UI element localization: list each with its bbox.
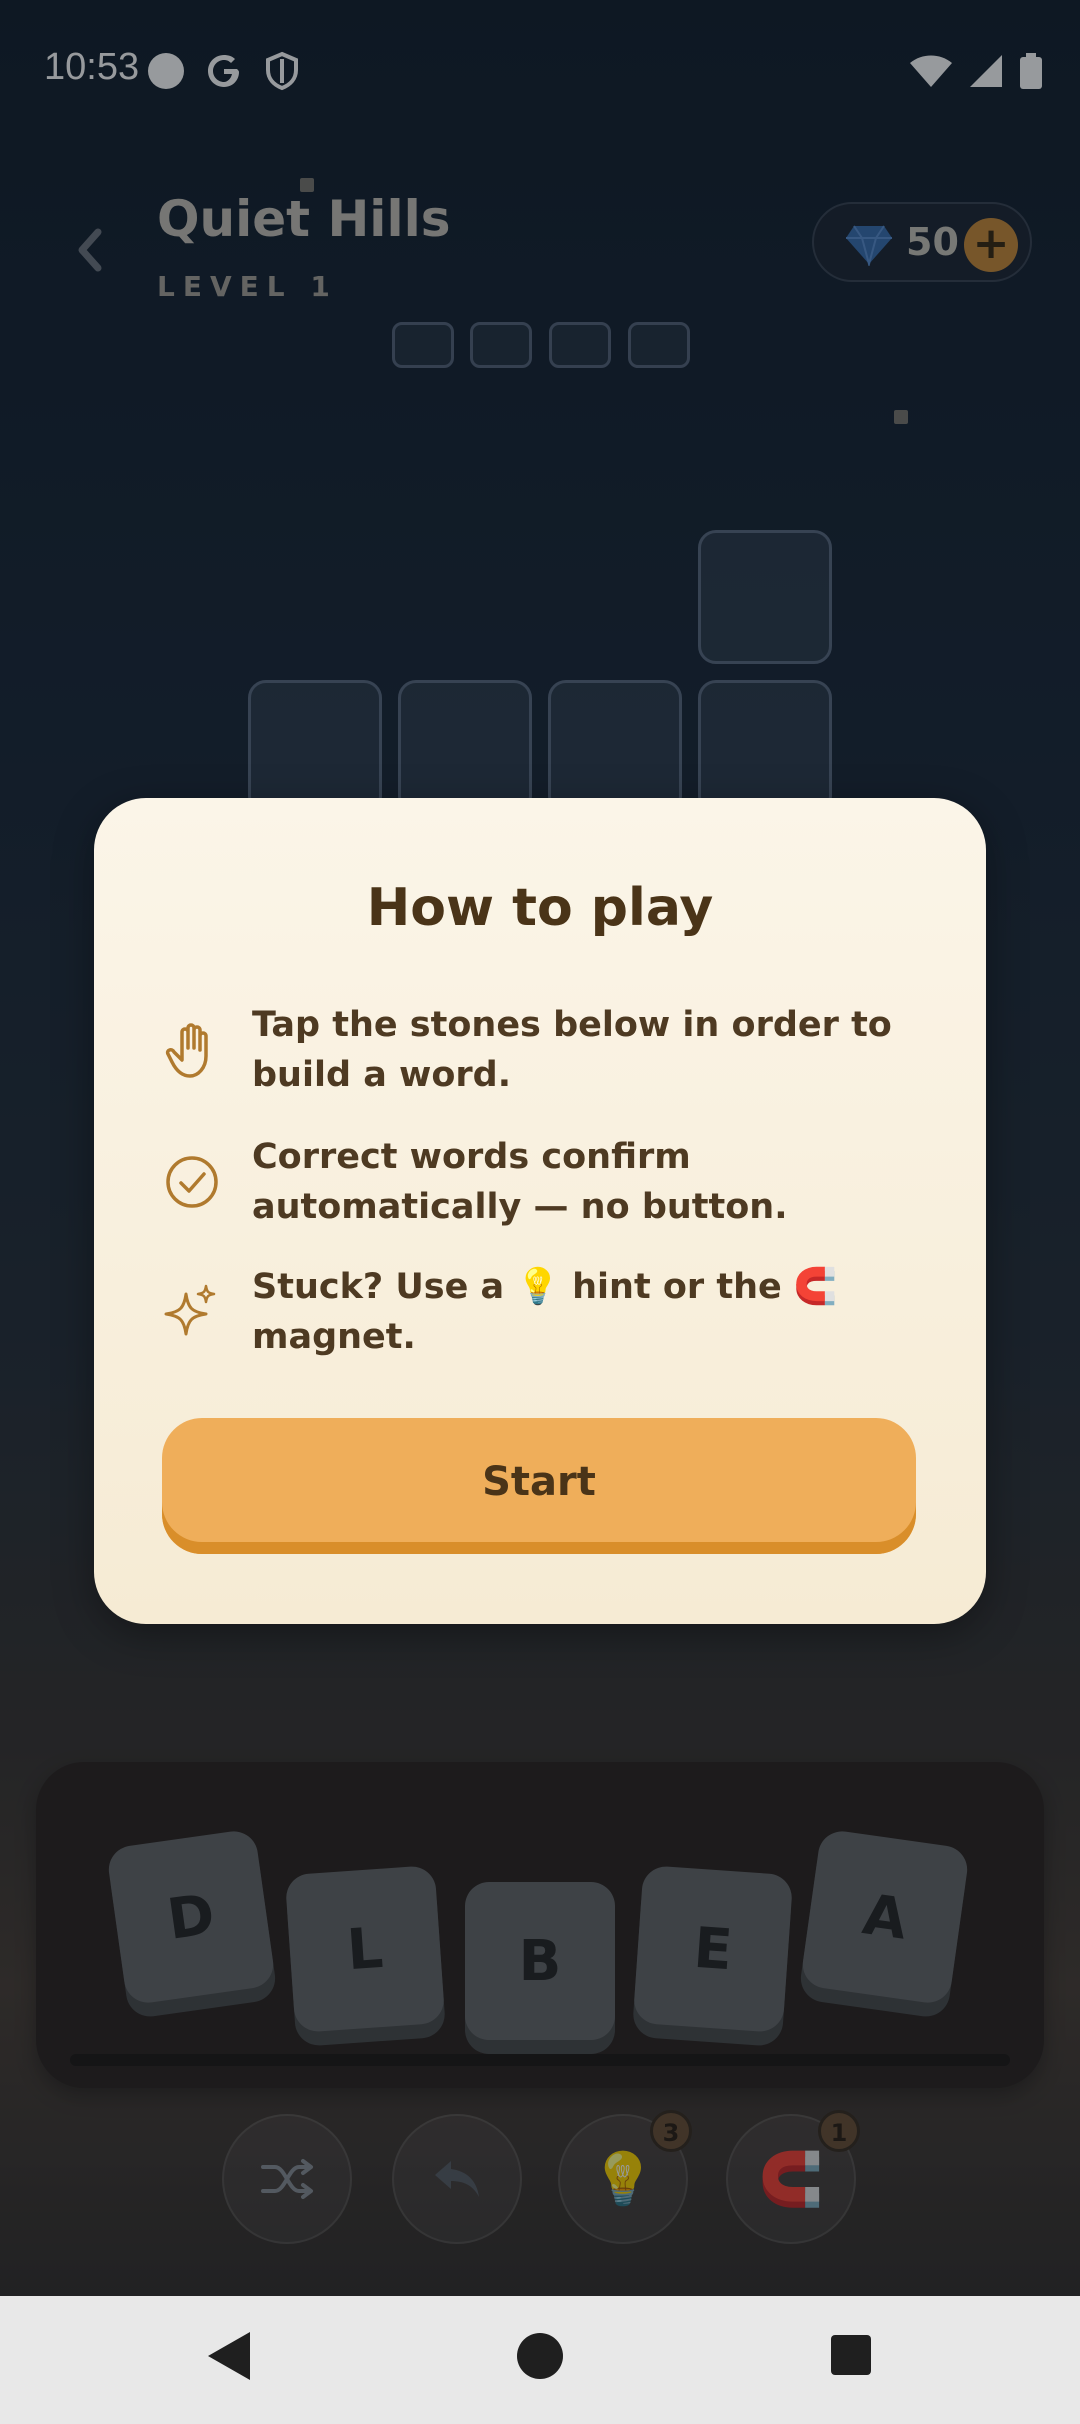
nav-home-icon[interactable] [516,2332,564,2380]
nav-back-icon[interactable] [206,2330,252,2382]
dialog-title: How to play [366,878,714,938]
how-to-play-dialog: How to play Tap the stones below in orde… [94,798,986,1624]
start-button[interactable]: Start [162,1418,916,1554]
rule-text: Tap the stones below in order to build a… [252,1005,892,1095]
rule-text: Stuck? Use a 💡 hint or the 🧲 magnet. [252,1267,838,1357]
nav-recents-icon[interactable] [830,2334,872,2376]
navigation-bar [0,2296,1080,2424]
rule-text: Correct words confirm automatically — no… [252,1137,788,1227]
sparkles-icon [164,1284,216,1336]
check-circle-icon [166,1156,218,1208]
hand-icon [165,1023,208,1078]
